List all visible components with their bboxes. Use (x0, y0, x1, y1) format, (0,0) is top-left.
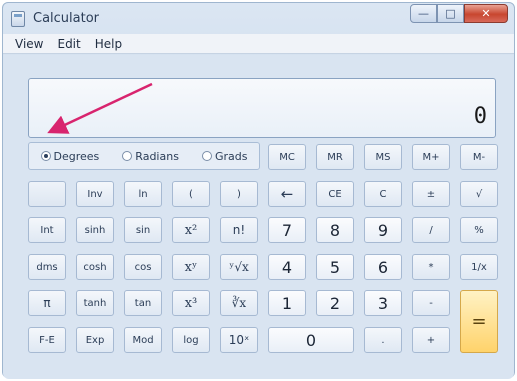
multiply-button[interactable]: * (412, 254, 450, 280)
factorial-button[interactable]: n! (220, 217, 258, 243)
pi-button[interactable]: π (28, 290, 66, 316)
degrees-radio-indicator[interactable] (40, 151, 51, 161)
c-button[interactable]: C (364, 181, 402, 207)
degrees-label: Degrees (53, 149, 100, 163)
plus-button[interactable]: + (412, 327, 450, 353)
ce-button[interactable]: CE (316, 181, 354, 207)
blank-key (28, 181, 66, 207)
menu-help[interactable]: Help (95, 37, 122, 51)
maximize-button[interactable]: □ (437, 4, 464, 23)
int-button[interactable]: Int (28, 217, 66, 243)
fe-button[interactable]: F-E (28, 327, 66, 353)
calculator-app-icon (11, 11, 25, 27)
plus-minus-button[interactable]: ± (412, 181, 450, 207)
minus-button[interactable]: - (412, 290, 450, 316)
percent-button[interactable]: % (460, 217, 498, 243)
angle-mode-group: Degrees Radians Grads (28, 142, 260, 170)
ten-power-x-button[interactable]: 10ˣ (220, 327, 258, 353)
grads-radio[interactable]: Grads (201, 149, 248, 163)
x-squared-button[interactable]: x² (172, 217, 210, 243)
sin-button[interactable]: sin (124, 217, 162, 243)
m-plus-button[interactable]: M+ (412, 144, 450, 170)
mod-button[interactable]: Mod (124, 327, 162, 353)
cosh-button[interactable]: cosh (76, 254, 114, 280)
close-button[interactable]: ✕ (464, 4, 508, 23)
dms-button[interactable]: dms (28, 254, 66, 280)
left-paren-button[interactable]: ( (172, 181, 210, 207)
divide-button[interactable]: / (412, 217, 450, 243)
digit-6-button[interactable]: 6 (364, 254, 402, 280)
digit-5-button[interactable]: 5 (316, 254, 354, 280)
digit-0-button[interactable]: 0 (268, 327, 354, 353)
digit-2-button[interactable]: 2 (316, 290, 354, 316)
digit-3-button[interactable]: 3 (364, 290, 402, 316)
menu-bar: View Edit Help (3, 34, 514, 54)
digit-1-button[interactable]: 1 (268, 290, 306, 316)
grads-label: Grads (214, 149, 248, 163)
degrees-radio[interactable]: Degrees (40, 149, 100, 163)
display-value: 0 (473, 104, 487, 129)
mc-button[interactable]: MC (268, 144, 306, 170)
sinh-button[interactable]: sinh (76, 217, 114, 243)
digit-8-button[interactable]: 8 (316, 217, 354, 243)
caption-buttons: — □ ✕ (410, 4, 508, 23)
window-title: Calculator (33, 11, 100, 26)
title-bar[interactable]: Calculator — □ ✕ (3, 3, 514, 33)
minimize-button[interactable]: — (410, 4, 437, 23)
backspace-button[interactable]: ← (268, 181, 306, 207)
cos-button[interactable]: cos (124, 254, 162, 280)
digit-9-button[interactable]: 9 (364, 217, 402, 243)
m-minus-button[interactable]: M- (460, 144, 498, 170)
decimal-button[interactable]: . (364, 327, 402, 353)
reciprocal-button[interactable]: 1/x (460, 254, 498, 280)
inv-button[interactable]: Inv (76, 181, 114, 207)
annotation-arrow-icon (47, 82, 153, 134)
x-power-y-button[interactable]: xʸ (172, 254, 210, 280)
menu-view[interactable]: View (15, 37, 43, 51)
tan-button[interactable]: tan (124, 290, 162, 316)
ln-button[interactable]: ln (124, 181, 162, 207)
equals-button[interactable]: = (460, 290, 498, 353)
grads-radio-indicator[interactable] (201, 151, 212, 161)
digit-4-button[interactable]: 4 (268, 254, 306, 280)
digit-7-button[interactable]: 7 (268, 217, 306, 243)
tanh-button[interactable]: tanh (76, 290, 114, 316)
right-paren-button[interactable]: ) (220, 181, 258, 207)
x-cubed-button[interactable]: x³ (172, 290, 210, 316)
radians-radio-indicator[interactable] (122, 151, 133, 161)
exp-button[interactable]: Exp (76, 327, 114, 353)
cube-root-button[interactable]: ∛x (220, 290, 258, 316)
mr-button[interactable]: MR (316, 144, 354, 170)
y-root-x-button[interactable]: ʸ√x (220, 254, 258, 280)
ms-button[interactable]: MS (364, 144, 402, 170)
sqrt-button[interactable]: √ (460, 181, 498, 207)
menu-edit[interactable]: Edit (57, 37, 80, 51)
radians-radio[interactable]: Radians (122, 150, 179, 163)
radians-label: Radians (135, 149, 179, 163)
log-button[interactable]: log (172, 327, 210, 353)
